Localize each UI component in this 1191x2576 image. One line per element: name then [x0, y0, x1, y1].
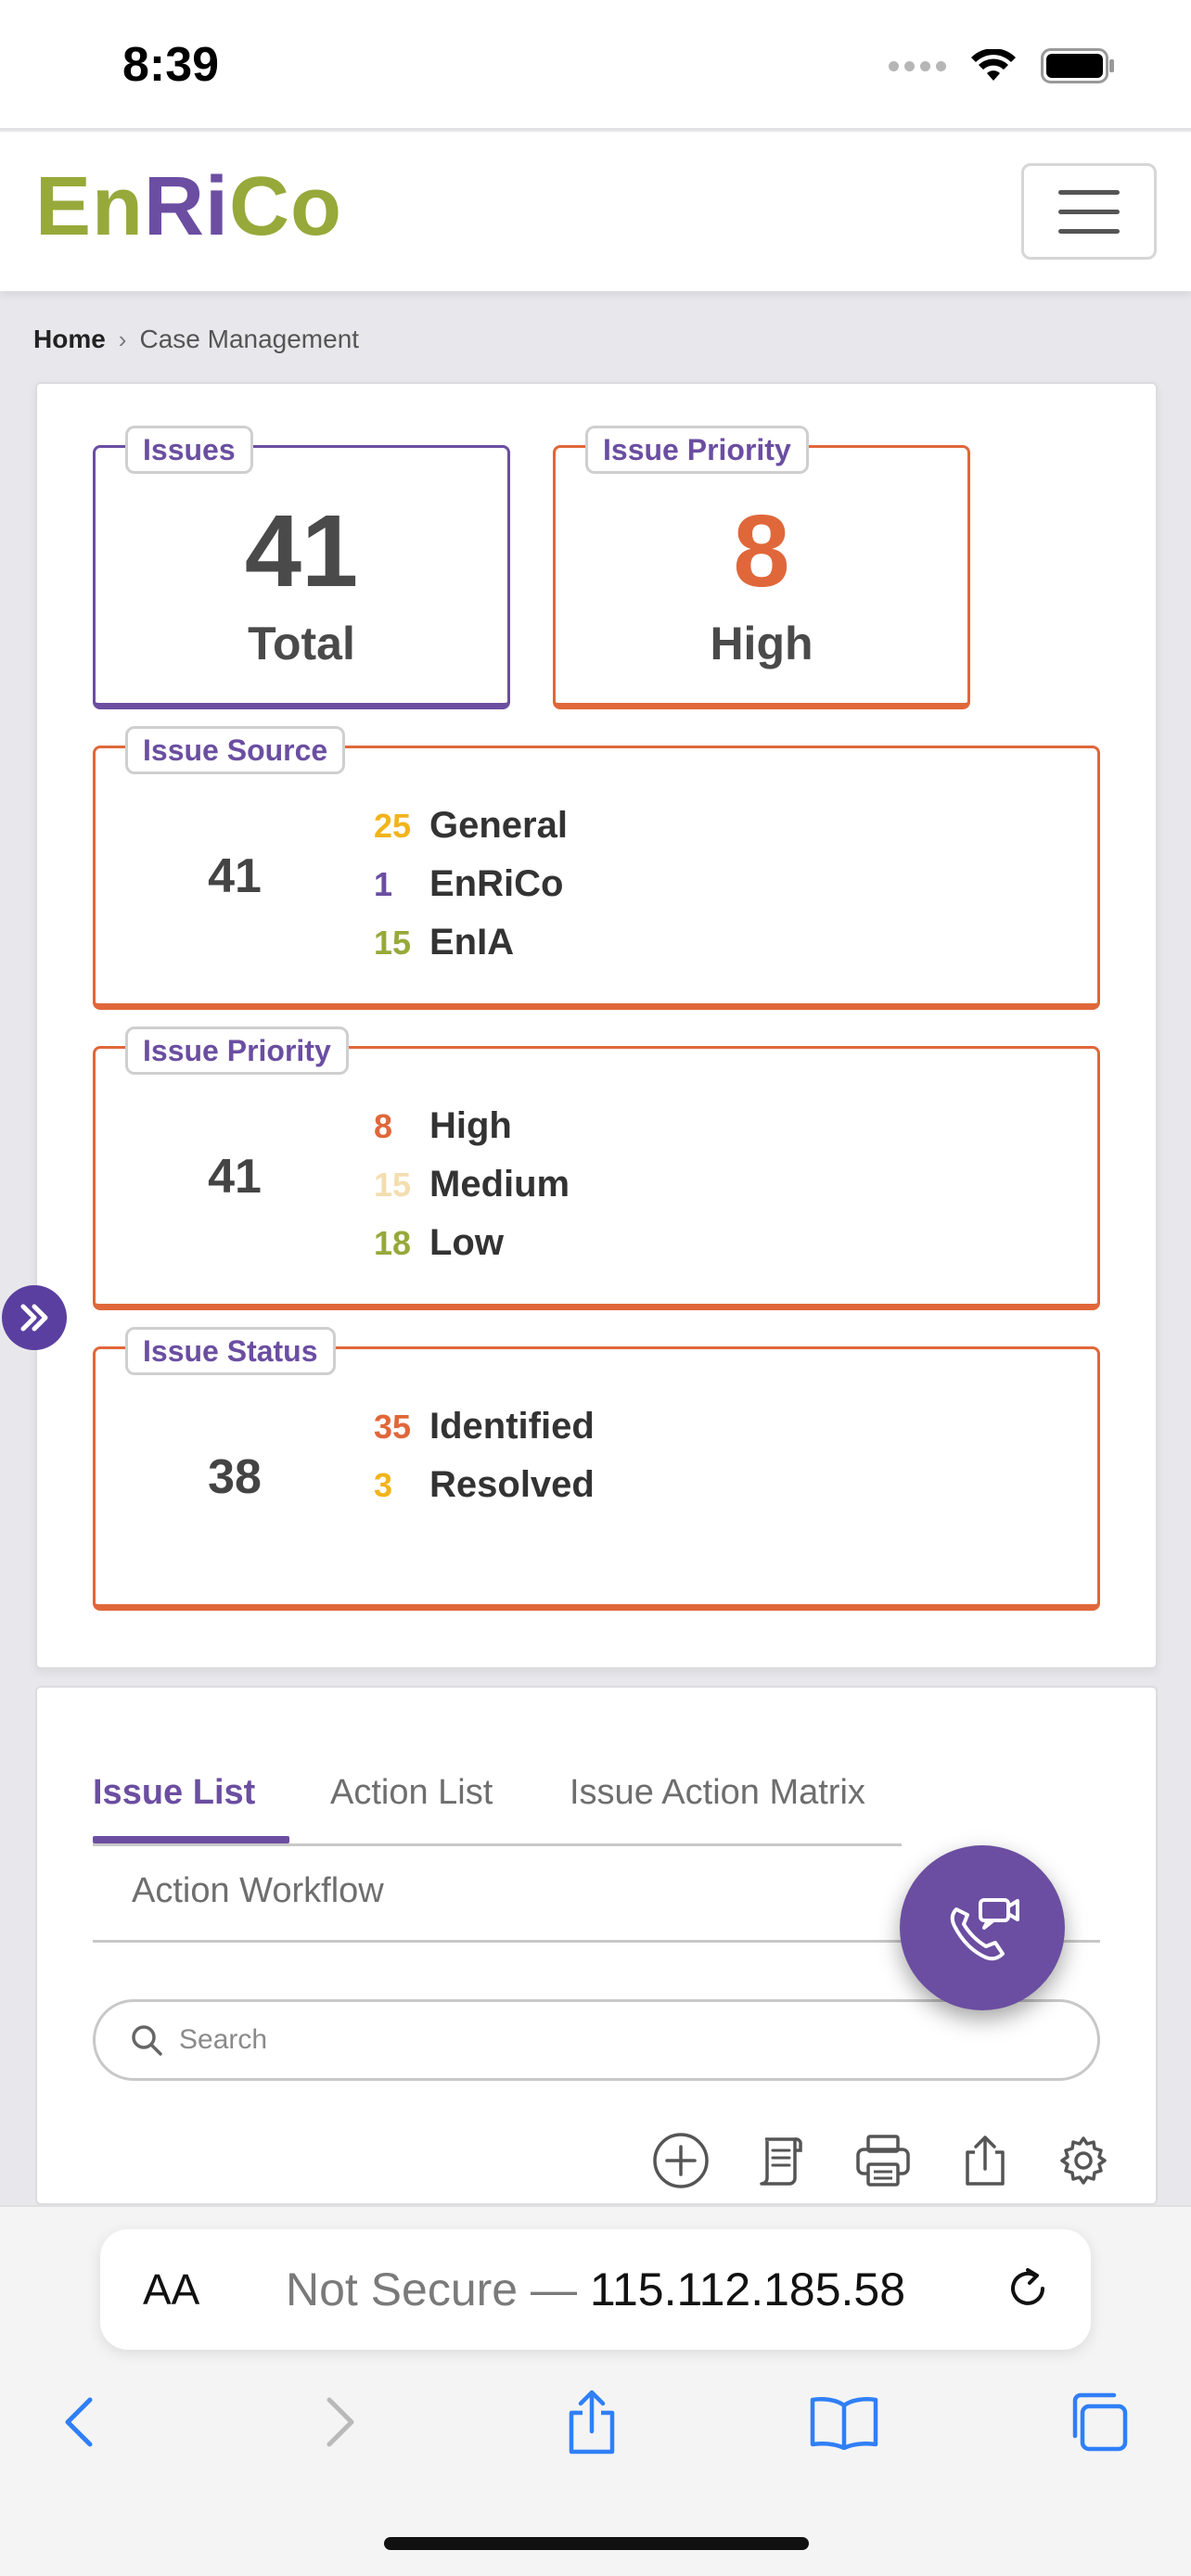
url-text[interactable]: Not Secure — 115.112.185.58: [100, 2263, 1091, 2316]
breakdown-row: 8 High: [374, 1097, 570, 1155]
breadcrumb-home-link[interactable]: Home: [33, 325, 106, 354]
video-call-icon: [950, 1898, 1019, 1961]
export-icon[interactable]: [955, 2131, 1015, 2190]
status-time: 8:39: [122, 38, 220, 92]
status-icons: [889, 48, 1115, 83]
breakdown-row: 15 Medium: [374, 1155, 570, 1214]
issue-priority-high-label: High: [710, 618, 813, 670]
enrico-logo[interactable]: EnRiCo: [35, 159, 342, 255]
breakdown-count: 3: [374, 1465, 393, 1504]
breakdown-label: Low: [429, 1222, 504, 1263]
logo-part-co: Co: [229, 160, 342, 253]
issues-card-tag: Issues: [125, 426, 253, 474]
chevron-left-icon: [65, 2397, 93, 2447]
breakdown-count: 8: [374, 1106, 393, 1145]
issue-status-breakdown: 35 Identified 3 Resolved: [374, 1397, 595, 1514]
issue-source-card[interactable]: Issue Source 41 25 General 1 EnRiCo 15 E…: [93, 726, 1100, 1010]
search-input[interactable]: [179, 2015, 1014, 2065]
search-box[interactable]: [93, 1999, 1100, 2081]
tab-action-workflow[interactable]: Action Workflow: [132, 1871, 384, 1911]
double-chevron-right-icon: [20, 1304, 48, 1332]
url-field[interactable]: AA Not Secure — 115.112.185.58: [100, 2229, 1091, 2350]
home-indicator: [384, 2537, 809, 2550]
breadcrumb-current: Case Management: [139, 325, 360, 353]
breakdown-count: 1: [374, 864, 393, 903]
breakdown-label: Resolved: [429, 1464, 595, 1505]
book-icon: [810, 2397, 878, 2450]
breakdown-label: General: [429, 805, 568, 846]
issue-priority-high-value: 8: [733, 494, 790, 608]
issue-priority-high-card[interactable]: Issue Priority 8 High: [553, 426, 970, 709]
breakdown-count: 15: [374, 1165, 412, 1204]
tab-issue-list[interactable]: Issue List: [93, 1773, 255, 1813]
back-button[interactable]: [43, 2385, 117, 2459]
not-secure-label: Not Secure —: [285, 2264, 577, 2315]
tab-action-list[interactable]: Action List: [330, 1773, 493, 1813]
video-call-fab-button[interactable]: [900, 1845, 1065, 2010]
reload-icon[interactable]: [1002, 2263, 1054, 2315]
issue-status-total: 38: [208, 1449, 262, 1504]
share-button[interactable]: [555, 2385, 629, 2459]
breakdown-label: Medium: [429, 1164, 570, 1205]
issue-priority-card[interactable]: Issue Priority 41 8 High 15 Medium 18 Lo…: [93, 1027, 1100, 1310]
document-icon[interactable]: [751, 2131, 811, 2190]
tab-divider: [93, 1843, 902, 1846]
app-header: EnRiCo: [0, 132, 1191, 291]
breakdown-label: Identified: [429, 1406, 595, 1447]
breakdown-row: 3 Resolved: [374, 1456, 595, 1514]
settings-icon[interactable]: [1054, 2131, 1113, 2190]
issues-total-card[interactable]: Issues 41 Total: [93, 426, 510, 709]
breakdown-count: 18: [374, 1223, 412, 1262]
breakdown-label: High: [429, 1105, 512, 1146]
ios-status-bar: 8:39: [0, 0, 1191, 130]
issue-source-total: 41: [208, 848, 262, 903]
cellular-signal-icon: [889, 60, 946, 71]
logo-part-en: En: [35, 160, 145, 253]
active-tab-indicator: [93, 1836, 289, 1843]
chevron-right-icon: ›: [118, 325, 127, 353]
chevron-right-icon: [327, 2397, 354, 2447]
issue-priority-total: 41: [208, 1149, 262, 1204]
issue-status-card[interactable]: Issue Status 38 35 Identified 3 Resolved: [93, 1327, 1100, 1611]
breakdown-label: EnRiCo: [429, 863, 564, 904]
breakdown-row: 15 EnIA: [374, 913, 568, 972]
breakdown-count: 25: [374, 806, 412, 845]
tab-issue-action-matrix[interactable]: Issue Action Matrix: [570, 1773, 865, 1813]
forward-button[interactable]: [302, 2385, 377, 2459]
breakdown-count: 15: [374, 923, 412, 962]
print-icon[interactable]: [853, 2131, 913, 2190]
breakdown-row: 18 Low: [374, 1214, 570, 1272]
issue-source-breakdown: 25 General 1 EnRiCo 15 EnIA: [374, 797, 568, 972]
issue-priority-breakdown: 8 High 15 Medium 18 Low: [374, 1097, 570, 1272]
summary-panel: Issues 41 Total Issue Priority 8 High Is…: [35, 382, 1158, 1669]
hamburger-menu-button[interactable]: [1021, 163, 1157, 260]
issue-priority-card-tag: Issue Priority: [585, 426, 809, 474]
breakdown-row: 35 Identified: [374, 1397, 595, 1456]
logo-part-ri: Ri: [144, 160, 230, 253]
share-icon: [569, 2390, 615, 2455]
tabs-button[interactable]: [1061, 2385, 1135, 2459]
breakdown-row: 25 General: [374, 797, 568, 855]
search-icon: [132, 2025, 162, 2056]
breakdown-count: 35: [374, 1407, 412, 1446]
issues-total-value: 41: [244, 494, 359, 608]
url-host: 115.112.185.58: [589, 2264, 906, 2315]
breakdown-label: EnIA: [429, 922, 515, 963]
add-circle-icon[interactable]: [651, 2131, 711, 2190]
tabs-icon: [1072, 2392, 1128, 2452]
issues-total-label: Total: [248, 618, 355, 670]
battery-icon: [1041, 48, 1114, 83]
expand-sidebar-button[interactable]: [2, 1285, 67, 1350]
wifi-icon: [971, 49, 1016, 81]
bookmarks-button[interactable]: [807, 2385, 881, 2459]
breakdown-row: 1 EnRiCo: [374, 855, 568, 913]
breadcrumb: Home › Case Management: [33, 325, 359, 354]
safari-bottom-bar: AA Not Secure — 115.112.185.58: [0, 2205, 1191, 2576]
